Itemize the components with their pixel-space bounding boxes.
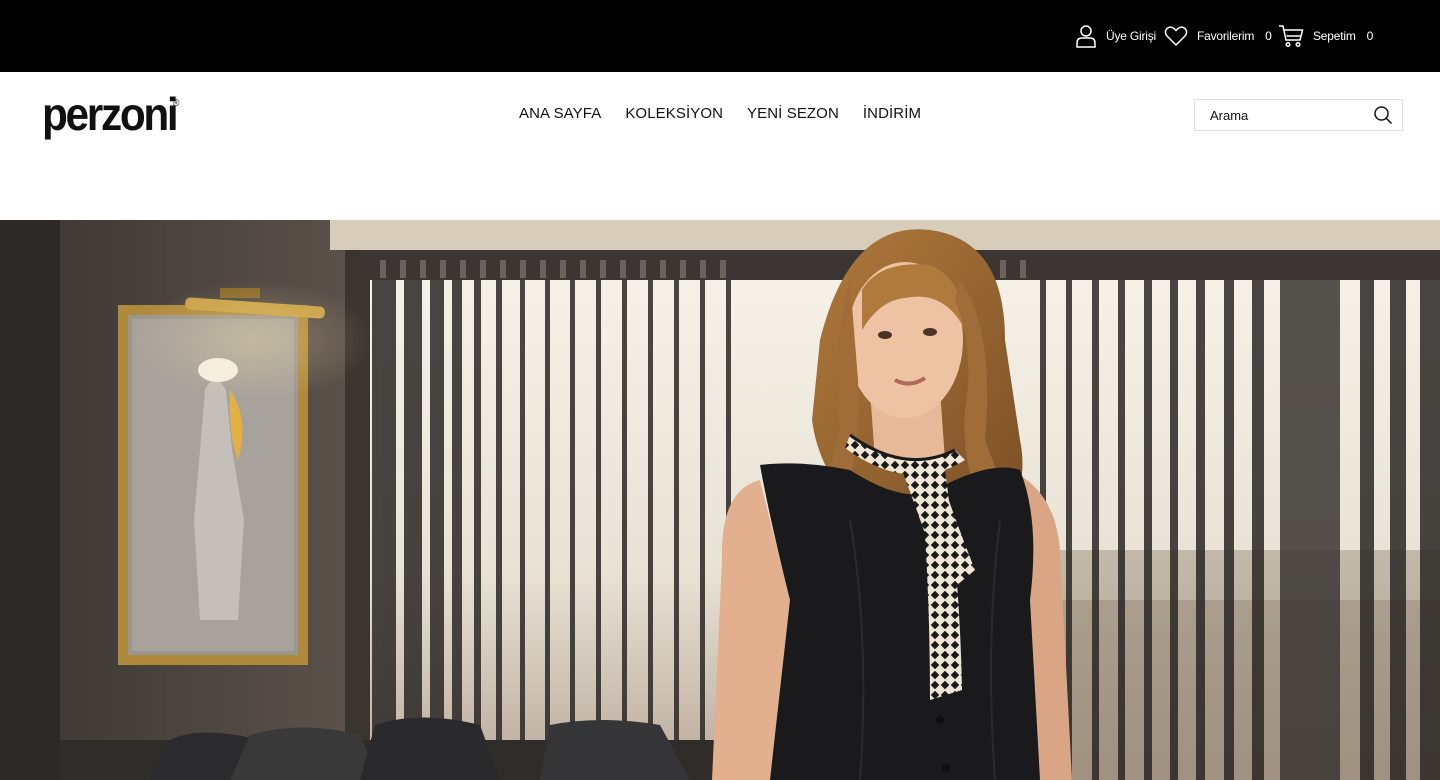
- user-icon: [1075, 24, 1097, 48]
- nav-item-home[interactable]: ANA SAYFA: [519, 105, 601, 122]
- favorites-count: 0: [1265, 29, 1272, 43]
- brand-logo-text: perzoni: [42, 88, 179, 140]
- top-utility-bar: Üye Girişi Favorilerim 0 Sepetim 0: [0, 0, 1440, 72]
- site-header: perzoni ® ANA SAYFA KOLEKSİYON YENİ SEZO…: [0, 72, 1440, 220]
- hero-banner[interactable]: [0, 220, 1440, 780]
- nav-item-sale[interactable]: İNDİRİM: [863, 105, 921, 122]
- nav-item-collection[interactable]: KOLEKSİYON: [625, 105, 723, 122]
- login-label: Üye Girişi: [1106, 29, 1157, 43]
- hero-image: [0, 220, 1440, 780]
- search-icon[interactable]: [1373, 105, 1393, 125]
- search-input[interactable]: [1195, 100, 1365, 130]
- nav-item-new-season[interactable]: YENİ SEZON: [747, 105, 839, 122]
- favorites-link[interactable]: Favorilerim 0: [1164, 22, 1272, 50]
- registered-mark: ®: [172, 98, 180, 109]
- search-box: [1194, 99, 1403, 131]
- main-nav: ANA SAYFA KOLEKSİYON YENİ SEZON İNDİRİM: [519, 105, 921, 122]
- favorites-label: Favorilerim: [1197, 29, 1255, 43]
- brand-logo[interactable]: perzoni ®: [42, 86, 179, 142]
- cart-link[interactable]: Sepetim 0: [1278, 22, 1373, 50]
- cart-icon: [1278, 24, 1304, 48]
- heart-icon: [1164, 25, 1188, 47]
- cart-label: Sepetim: [1313, 29, 1356, 43]
- login-link[interactable]: Üye Girişi: [1075, 22, 1156, 50]
- cart-count: 0: [1366, 29, 1374, 43]
